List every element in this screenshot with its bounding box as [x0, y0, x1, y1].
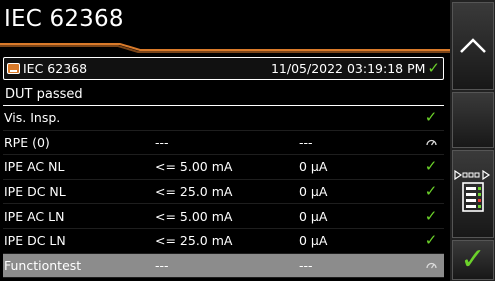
test-value: 0 µA [299, 184, 328, 200]
test-limit: <= 25.0 mA [155, 184, 233, 200]
dut-status: DUT passed [3, 83, 444, 106]
test-row[interactable]: RPE (0) --- --- [3, 131, 444, 156]
checkmark-icon: ✓ [424, 206, 438, 225]
test-name: IPE DC NL [4, 184, 66, 200]
test-sequence-button[interactable] [452, 150, 494, 238]
test-name: IPE AC NL [4, 159, 65, 175]
test-header-bar: IEC 62368 11/05/2022 03:19:18 PM ✓ [3, 57, 444, 80]
test-name: IPE DC LN [4, 233, 66, 249]
test-row[interactable]: IPE AC LN <= 5.00 mA 0 µA ✓ [3, 204, 444, 229]
test-limit: --- [155, 257, 169, 273]
test-limit: <= 25.0 mA [155, 233, 233, 249]
test-value: --- [299, 134, 313, 150]
gauge-icon [423, 136, 439, 149]
checkmark-icon: ✓ [424, 231, 438, 250]
dut-status-label: DUT passed [5, 86, 83, 102]
test-value: --- [299, 257, 313, 273]
test-row[interactable]: Vis. Insp. ✓ [3, 106, 444, 131]
test-name: IPE AC LN [4, 208, 65, 224]
test-value: 0 µA [299, 233, 328, 249]
device-icon [7, 63, 20, 74]
test-list: Vis. Insp. ✓ RPE (0) --- --- IPE AC NL <= 5.00… [3, 106, 444, 279]
chevron-up-icon [460, 38, 486, 53]
test-name: RPE (0) [4, 134, 50, 150]
test-row[interactable]: IPE DC NL <= 25.0 mA 0 µA ✓ [3, 180, 444, 205]
confirm-button[interactable]: ✓ [452, 240, 494, 280]
test-name: Vis. Insp. [4, 110, 61, 126]
gauge-icon [423, 259, 439, 272]
test-sequence-icon [454, 169, 491, 212]
test-row[interactable]: IPE AC NL <= 5.00 mA 0 µA ✓ [3, 155, 444, 180]
checkmark-icon: ✓ [460, 242, 486, 277]
test-limit: <= 5.00 mA [155, 159, 233, 175]
header-swoosh [0, 43, 450, 53]
results-panel: IEC 62368 11/05/2022 03:19:18 PM ✓ DUT p… [3, 57, 444, 279]
test-row[interactable]: Functiontest --- --- [3, 253, 444, 279]
test-row[interactable]: IPE DC LN <= 25.0 mA 0 µA ✓ [3, 229, 444, 254]
checkmark-icon: ✓ [424, 182, 438, 201]
checkmark-icon: ✓ [424, 157, 438, 176]
scroll-up-button[interactable] [452, 2, 494, 90]
timestamp: 11/05/2022 03:19:18 PM [270, 61, 426, 76]
test-limit: --- [155, 134, 169, 150]
checkmark-icon: ✓ [427, 59, 440, 77]
test-name: Functiontest [4, 257, 82, 273]
test-name: IEC 62368 [23, 61, 88, 76]
page-title: IEC 62368 [4, 6, 124, 32]
blank-button[interactable] [452, 92, 494, 148]
test-limit: <= 5.00 mA [155, 208, 233, 224]
checkmark-icon: ✓ [424, 108, 438, 127]
test-value: 0 µA [299, 159, 328, 175]
test-value: 0 µA [299, 208, 328, 224]
